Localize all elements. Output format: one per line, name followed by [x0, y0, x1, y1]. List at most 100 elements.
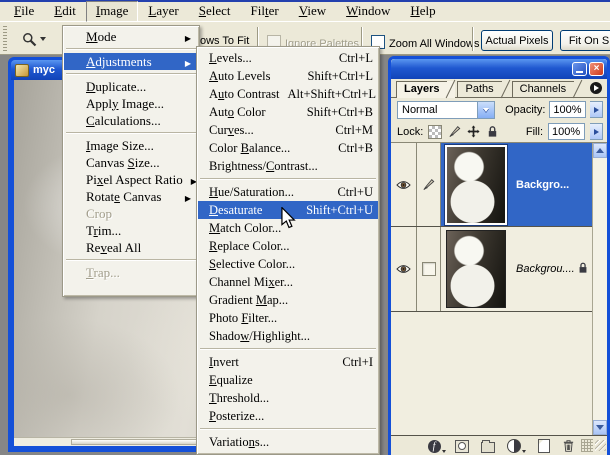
menu-item-label: Channel Mixer... [209, 274, 294, 289]
menu-item-mode[interactable]: Mode [64, 28, 198, 45]
blend-mode-select[interactable]: Normal [397, 100, 496, 119]
palette-menu-icon[interactable] [590, 82, 602, 94]
visibility-eye-icon[interactable] [391, 143, 417, 226]
menu-shortcut: Shift+Ctrl+L [307, 68, 374, 83]
actual-pixels-button[interactable]: Actual Pixels [481, 30, 553, 51]
layer-name-cell[interactable]: Backgrou.... [511, 227, 592, 311]
menu-item-invert[interactable]: Invert Ctrl+I [198, 353, 378, 371]
chevron-down-icon[interactable] [477, 101, 495, 118]
layer-thumbnail[interactable] [441, 227, 511, 311]
tool-preset-dropdown-icon[interactable] [40, 37, 46, 41]
opacity-slider-arrow-icon[interactable] [590, 101, 603, 118]
tab-channels[interactable]: Channels [511, 81, 582, 97]
menubar-item-file[interactable]: File [4, 1, 44, 22]
menu-item-gradient-map[interactable]: Gradient Map... [198, 291, 378, 309]
menubar-item-select[interactable]: Select [189, 1, 241, 22]
menu-item-brightness-contrast[interactable]: Brightness/Contrast... [198, 157, 378, 175]
painting-brush-icon[interactable] [417, 143, 441, 226]
zoom-tool-button[interactable] [16, 28, 56, 50]
menu-item-label: Match Color... [209, 220, 282, 235]
menu-item-color-balance[interactable]: Color Balance... Ctrl+B [198, 139, 378, 157]
menu-item-channel-mixer[interactable]: Channel Mixer... [198, 273, 378, 291]
menu-item-crop[interactable]: Crop [64, 205, 198, 222]
adjustment-layer-icon[interactable] [507, 439, 526, 453]
menu-item-pixel-aspect-ratio[interactable]: Pixel Aspect Ratio [64, 171, 198, 188]
layers-list: Backgro... Backgrou.... [391, 142, 607, 435]
menubar-item-filter[interactable]: Filter [241, 1, 289, 22]
opacity-field[interactable]: 100% [549, 101, 587, 118]
fill-field[interactable]: 100% [548, 123, 585, 140]
tab-layers[interactable]: Layers [396, 81, 456, 98]
menu-item-shadow-highlight[interactable]: Shadow/Highlight... [198, 327, 378, 345]
image-menu: Mode Adjustments Duplicate...Apply Image..… [62, 25, 200, 297]
menu-shortcut: Ctrl+M [335, 122, 373, 137]
layer-row-0[interactable]: Backgro... [391, 143, 592, 227]
layer-row-1[interactable]: Backgrou.... [391, 227, 592, 312]
menu-item-auto-levels[interactable]: Auto Levels Shift+Ctrl+L [198, 67, 378, 85]
lock-paint-icon[interactable] [447, 125, 461, 139]
menu-item-levels[interactable]: Levels... Ctrl+L [198, 49, 378, 67]
visibility-eye-icon[interactable] [391, 227, 417, 311]
layer-name-cell[interactable]: Backgro... [511, 143, 592, 226]
link-cell[interactable] [417, 227, 441, 311]
fill-label: Fill: [525, 125, 543, 138]
menubar-item-layer[interactable]: Layer [138, 1, 188, 22]
new-group-icon[interactable] [481, 439, 495, 453]
menu-item-equalize[interactable]: Equalize [198, 371, 378, 389]
lock-all-icon[interactable] [485, 125, 499, 139]
menu-item-rotate-canvas[interactable]: Rotate Canvas [64, 188, 198, 205]
tab-paths[interactable]: Paths [457, 81, 509, 97]
menu-item-calculations[interactable]: Calculations... [64, 112, 198, 129]
menu-item-label: Duplicate... [86, 78, 147, 94]
fill-slider-arrow-icon[interactable] [590, 123, 603, 140]
menu-item-replace-color[interactable]: Replace Color... [198, 237, 378, 255]
menubar-item-view[interactable]: View [289, 1, 336, 22]
menu-item-adjustments[interactable]: Adjustments [64, 53, 198, 70]
menu-item-photo-filter[interactable]: Photo Filter... [198, 309, 378, 327]
minimize-button[interactable] [572, 62, 587, 76]
menu-item-auto-color[interactable]: Auto Color Shift+Ctrl+B [198, 103, 378, 121]
menu-item-variations[interactable]: Variations... [198, 433, 378, 451]
menubar-item-window[interactable]: Window [336, 1, 400, 22]
document-scrollbar-thumb[interactable] [71, 439, 216, 445]
menu-item-hue-saturation[interactable]: Hue/Saturation... Ctrl+U [198, 183, 378, 201]
menu-item-posterize[interactable]: Posterize... [198, 407, 378, 425]
menubar: File Edit Image Layer Select Filter View Window… [0, 1, 610, 22]
menu-item-label: Canvas Size... [86, 154, 160, 170]
menu-item-trim[interactable]: Trim... [64, 222, 198, 239]
options-bar-grip[interactable] [3, 26, 7, 51]
menu-item-duplicate[interactable]: Duplicate... [64, 78, 198, 95]
layer-thumbnail[interactable] [441, 143, 511, 226]
menubar-item-image[interactable]: Image [85, 1, 139, 22]
menu-item-selective-color[interactable]: Selective Color... [198, 255, 378, 273]
new-layer-icon[interactable] [537, 439, 551, 453]
menu-item-image-size[interactable]: Image Size... [64, 137, 198, 154]
palette-titlebar[interactable]: × [391, 59, 607, 79]
layers-scrollbar[interactable] [592, 143, 607, 435]
close-icon[interactable]: × [589, 62, 604, 76]
zoom-tool-icon [23, 32, 37, 46]
palette-corner-grip[interactable] [595, 440, 606, 451]
menu-item-label: Color Balance... [209, 140, 291, 155]
scroll-down-icon[interactable] [593, 420, 607, 435]
layer-mask-icon[interactable] [455, 439, 469, 453]
lock-row: Lock: Fill: 100% [391, 121, 607, 142]
palette-resize-grip[interactable] [581, 439, 593, 452]
menu-item-canvas-size[interactable]: Canvas Size... [64, 154, 198, 171]
delete-layer-icon[interactable] [561, 439, 575, 453]
menu-item-threshold[interactable]: Threshold... [198, 389, 378, 407]
menubar-item-edit[interactable]: Edit [44, 1, 86, 22]
menu-item-curves[interactable]: Curves... Ctrl+M [198, 121, 378, 139]
menu-item-reveal-all[interactable]: Reveal All [64, 239, 198, 256]
layer-style-icon[interactable]: f [427, 439, 446, 453]
menu-item-trap[interactable]: Trap... [64, 264, 198, 281]
zoom-all-windows-checkbox[interactable]: Zoom All Windows [371, 35, 479, 50]
menu-item-label: Apply Image... [86, 95, 164, 111]
menubar-item-help[interactable]: Help [400, 1, 445, 22]
lock-transparency-icon[interactable] [428, 124, 443, 139]
lock-move-icon[interactable] [466, 125, 480, 139]
scroll-up-icon[interactable] [593, 143, 607, 158]
fit-on-screen-button[interactable]: Fit On S [560, 30, 610, 51]
menu-item-auto-contrast[interactable]: Auto Contrast Alt+Shift+Ctrl+L [198, 85, 378, 103]
menu-item-apply-image[interactable]: Apply Image... [64, 95, 198, 112]
